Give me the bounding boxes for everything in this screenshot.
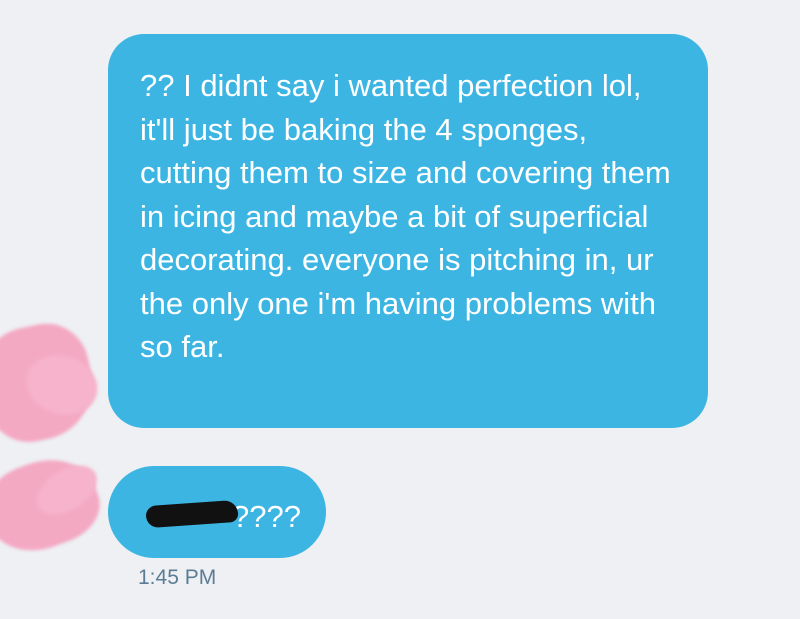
message-timestamp: 1:45 PM <box>138 566 217 589</box>
message-bubble[interactable]: ?? I didnt say i wanted perfection lol, … <box>108 34 708 428</box>
message-bubble[interactable]: ???? <box>108 466 326 558</box>
message-text-visible: ???? <box>232 499 301 534</box>
message-text: ?? I didnt say i wanted perfection lol, … <box>140 68 671 364</box>
message-thread: ?? I didnt say i wanted perfection lol, … <box>0 0 800 619</box>
